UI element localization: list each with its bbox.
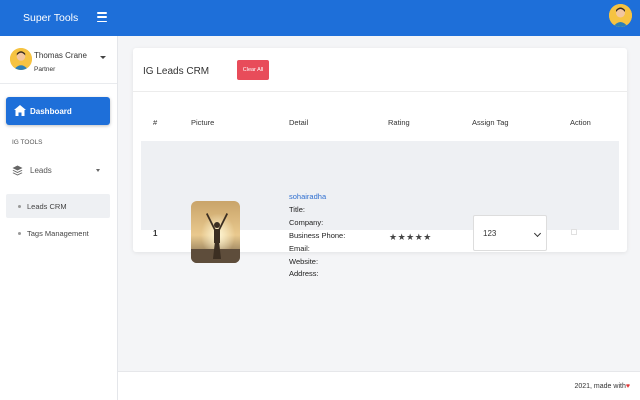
clear-all-button[interactable]: Clear All: [237, 60, 269, 80]
assign-tag-value: 123: [483, 228, 497, 238]
footer-text: 2021, made with♥: [574, 383, 630, 390]
sidebar-item-label: Leads: [30, 166, 52, 175]
rating-stars: ★★★★★: [389, 232, 432, 242]
user-name: Thomas Crane: [34, 51, 87, 60]
column-header-action: Action: [570, 118, 591, 127]
footer: 2021, made with♥: [118, 371, 640, 400]
user-panel[interactable]: Thomas Crane Partner: [0, 36, 117, 84]
column-header-picture: Picture: [191, 118, 215, 127]
table-row: 1 sohairadha Title: Company: Business Ph…: [141, 141, 619, 278]
menu-toggle-icon[interactable]: [97, 12, 107, 22]
sidebar-item-label: Tags Management: [27, 228, 89, 238]
lead-detail: sohairadha Title: Company: Business Phon…: [289, 191, 345, 281]
action-checkbox[interactable]: [571, 229, 577, 235]
detail-email: Email:: [289, 243, 310, 253]
detail-business-phone: Business Phone:: [289, 230, 346, 240]
sidebar-item-dashboard[interactable]: Dashboard: [6, 97, 110, 125]
column-header-assign-tag: Assign Tag: [472, 118, 509, 127]
page-title: IG Leads CRM: [143, 66, 210, 77]
leads-card: IG Leads CRM Clear All # Picture Detail …: [133, 48, 627, 278]
section-label: IG TOOLS: [12, 139, 43, 146]
card-header: IG Leads CRM Clear All: [133, 48, 627, 92]
assign-tag-select[interactable]: 123: [473, 215, 547, 251]
user-avatar: [10, 48, 32, 70]
detail-address: Address:: [289, 269, 319, 279]
column-header-detail: Detail: [289, 118, 309, 127]
chevron-down-icon[interactable]: [100, 56, 106, 59]
sidebar-item-tags-management[interactable]: Tags Management: [6, 221, 110, 245]
sidebar: Thomas Crane Partner Dashboard IG TOOLS …: [0, 36, 118, 400]
detail-title: Title:: [289, 204, 305, 214]
chevron-down-icon: [96, 169, 100, 172]
home-icon: [14, 105, 26, 116]
row-index: 1: [153, 229, 158, 238]
sidebar-item-leads[interactable]: Leads: [0, 162, 118, 178]
column-header-rating: Rating: [388, 118, 410, 127]
detail-website: Website:: [289, 256, 319, 266]
sidebar-item-leads-crm[interactable]: Leads CRM: [6, 194, 110, 218]
column-header-index: #: [153, 118, 158, 127]
bullet-icon: [18, 204, 21, 208]
user-role: Partner: [34, 66, 56, 73]
sidebar-item-label: Dashboard: [30, 106, 72, 116]
navbar-avatar[interactable]: [609, 4, 632, 27]
footer-credit: 2021, made with: [574, 383, 626, 390]
brand-bar: Super Tools: [0, 0, 118, 36]
top-navbar: [118, 0, 640, 36]
lead-picture: [191, 201, 240, 263]
detail-company: Company:: [289, 217, 324, 227]
chevron-down-icon: [533, 229, 542, 238]
lead-username-link[interactable]: sohairadha: [289, 191, 345, 204]
layers-icon: [12, 165, 23, 176]
sidebar-item-label: Leads CRM: [27, 201, 67, 211]
heart-icon: ♥: [625, 383, 630, 390]
bullet-icon: [18, 231, 21, 235]
brand-title: Super Tools: [23, 12, 79, 24]
